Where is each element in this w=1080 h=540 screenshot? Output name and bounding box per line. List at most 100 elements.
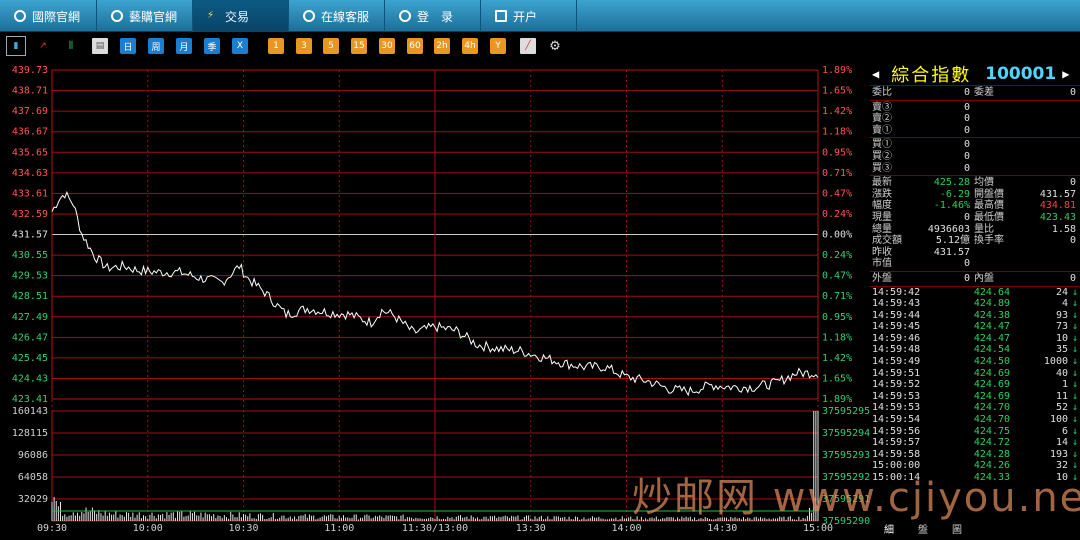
neipan-value: 0 [1069, 272, 1076, 284]
nav-tab-0[interactable]: 國際官網 [0, 0, 97, 32]
quote-stats: 最新 425.28 均價 0 漲跌 -6.29 開盤價 431.57 幅度 -1.46% 最高價 43… [870, 176, 1080, 272]
nav-tab-1[interactable]: 藝購官網 [97, 0, 193, 32]
time-tick-label: 11:00 [324, 523, 354, 534]
tick-volume: 10 [1055, 332, 1068, 344]
price-tick-label: 424.43 [12, 373, 48, 384]
nav-tab-3[interactable]: 在線客服 [289, 0, 385, 32]
price-tick-label: 436.67 [12, 127, 48, 138]
tick-list[interactable]: 14:59:42 424.64 24 ↓ 14:59:43 424.89 4 ↓ 14:59:4… [870, 287, 1080, 484]
inout-section: 外盤 0 內盤 0 [870, 272, 1080, 287]
tick-time: 14:59:46 [872, 332, 921, 344]
tick-volume: 35 [1055, 344, 1068, 356]
down-arrow-icon: ↓ [1071, 402, 1078, 414]
price-tick-label: 434.63 [12, 168, 48, 179]
pct-tick-label: 0.95% [822, 147, 852, 158]
pct-tick-label: 0.24% [822, 209, 852, 220]
tick-time: 14:59:52 [872, 379, 921, 391]
stat-row: 總量 4936603 量比 1.58 [870, 224, 1080, 236]
down-arrow-icon: ↓ [1071, 309, 1078, 321]
time-tick-label: 13:30 [516, 523, 546, 534]
down-arrow-icon: ↓ [1071, 414, 1078, 426]
tick-row: 14:59:49 424.50 1000 ↓ [870, 356, 1080, 368]
price-tick-label: 429.53 [12, 271, 48, 282]
period-button-2[interactable]: 月 [176, 38, 192, 54]
panel-tab-2[interactable]: 圖 [952, 521, 962, 536]
price-tick-label: 432.59 [12, 209, 48, 220]
stat-value: 1.58 [1051, 223, 1076, 235]
stat-row: 昨收 431.57 [870, 247, 1080, 259]
buy-levels: 買① 0 買② 0 買③ 0 [870, 138, 1080, 177]
tick-row: 14:59:56 424.75 6 ↓ [870, 426, 1080, 438]
line-chart-icon[interactable]: ↗ [35, 38, 51, 54]
minute-button-4[interactable]: 30 [379, 38, 395, 54]
down-arrow-icon: ↓ [1071, 367, 1078, 379]
pct-tick-label: 1.42% [822, 353, 852, 364]
down-arrow-icon: ↓ [1071, 286, 1078, 298]
index-name: 綜合指數 [891, 64, 972, 86]
chat-icon [303, 10, 315, 22]
minute-button-2[interactable]: 5 [323, 38, 339, 54]
minute-button-3[interactable]: 15 [351, 38, 367, 54]
tick-volume: 1 [1061, 379, 1068, 391]
tick-price: 424.47 [973, 321, 1010, 333]
stat-value: 0 [963, 258, 970, 270]
tick-time: 14:59:42 [872, 286, 921, 298]
top-navigation-bar: 國際官網 藝購官網 ⚡ 交易 在線客服 登 录 开户 [0, 0, 1080, 32]
panel-tab-0[interactable]: 細 [884, 521, 894, 536]
price-tick-label: 435.65 [12, 147, 48, 158]
tick-volume: 24 [1055, 286, 1068, 298]
period-button-4[interactable]: X [232, 38, 248, 54]
nav-tab-2[interactable]: ⚡ 交易 [193, 0, 289, 32]
pct-tick-label: 1.89% [822, 65, 852, 76]
minute-button-8[interactable]: Y [490, 38, 506, 54]
tick-row: 14:59:53 424.70 52 ↓ [870, 402, 1080, 414]
next-arrow-icon[interactable]: ▶ [1062, 67, 1069, 81]
buy-level-price: 0 [963, 162, 970, 174]
price-tick-label: 437.69 [12, 106, 48, 117]
period-button-3[interactable]: 季 [204, 38, 220, 54]
draw-tool-icon[interactable]: ╱ [520, 38, 536, 54]
tick-time: 14:59:53 [872, 390, 921, 402]
tick-time: 14:59:45 [872, 321, 921, 333]
tick-row: 14:59:58 424.28 193 ↓ [870, 449, 1080, 461]
link-icon [111, 10, 123, 22]
price-tick-label: 426.47 [12, 332, 48, 343]
period-button-0[interactable]: 日 [120, 38, 136, 54]
tick-price: 424.89 [973, 298, 1010, 310]
minute-button-7[interactable]: 4h [462, 38, 478, 54]
sell-level-price: 0 [963, 101, 970, 113]
minute-button-6[interactable]: 2h [434, 38, 450, 54]
prev-arrow-icon[interactable]: ◀ [872, 67, 879, 81]
minute-button-5[interactable]: 60 [407, 38, 423, 54]
volume-tick-label: 96086 [18, 450, 48, 461]
settings-gear-icon[interactable]: ⚙ [547, 38, 563, 54]
pct-tick-label: 0.71% [822, 168, 852, 179]
volume-tick-label: 160143 [12, 406, 48, 417]
tick-time: 14:59:49 [872, 356, 921, 368]
nav-tab-5[interactable]: 开户 [481, 0, 577, 32]
tick-price: 424.69 [973, 390, 1010, 402]
period-button-1[interactable]: 周 [148, 38, 164, 54]
minute-button-1[interactable]: 3 [296, 38, 312, 54]
stat-value: -6.29 [939, 188, 970, 200]
pct-tick-label: 0.95% [822, 312, 852, 323]
pct-tick-label: 0.24% [822, 250, 852, 261]
nav-tab-4[interactable]: 登 录 [385, 0, 481, 32]
tick-price: 424.54 [973, 344, 1010, 356]
panel-tab-1[interactable]: 盤 [918, 521, 928, 536]
price-tick-label: 423.41 [12, 394, 48, 405]
time-tick-label: 14:00 [611, 523, 641, 534]
tick-price: 424.64 [973, 286, 1010, 298]
down-arrow-icon: ↓ [1071, 390, 1078, 402]
stat-row: 市值 0 [870, 258, 1080, 270]
pct-tick-label: 0.00% [822, 230, 852, 241]
minute-button-0[interactable]: 1 [268, 38, 284, 54]
tick-volume: 14 [1055, 437, 1068, 449]
calendar-icon[interactable]: ▤ [92, 38, 108, 54]
order-ratio-section: 委比 0 委差 0 [870, 86, 1080, 101]
price-tick-label: 430.55 [12, 250, 48, 261]
timeshare-chart-icon[interactable]: ▮ [6, 36, 26, 56]
candlestick-icon[interactable]: ⫼ [63, 38, 79, 54]
panel-title: ◀ 綜合指數 100001 ▶ [870, 62, 1080, 86]
price-tick-label: 428.51 [12, 291, 48, 302]
